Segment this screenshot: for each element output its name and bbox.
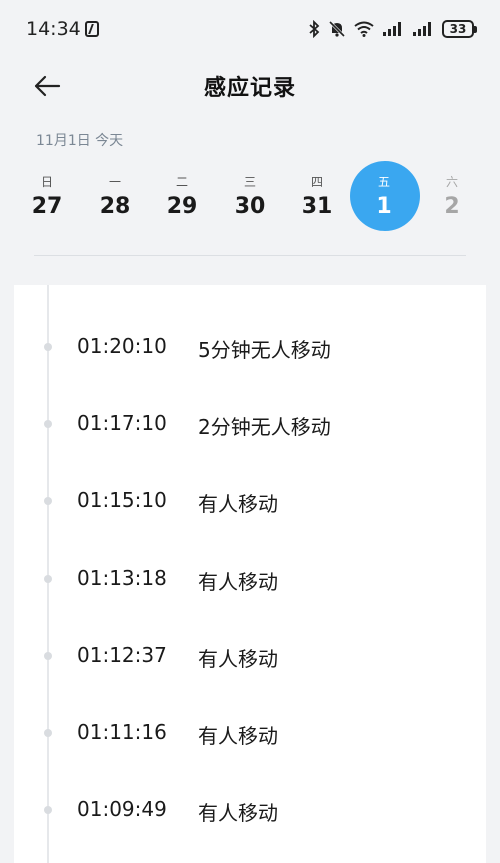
status-right: 33 xyxy=(308,20,477,38)
battery-icon: 33 xyxy=(442,20,477,38)
timeline-dot xyxy=(44,575,52,583)
day-30[interactable]: 三 30 xyxy=(217,163,283,233)
record-row[interactable]: 01:09:49 有人移动 xyxy=(14,789,486,829)
nfc-icon xyxy=(84,21,99,37)
back-arrow-icon xyxy=(34,75,61,97)
record-description: 2分钟无人移动 xyxy=(198,415,331,439)
wifi-icon xyxy=(354,21,374,37)
date-label: 11月1日 今天 xyxy=(36,133,124,149)
weekday-label: 三 xyxy=(243,175,256,189)
day-28[interactable]: 一 28 xyxy=(82,163,148,233)
day-1-selected[interactable]: 五 1 xyxy=(350,161,420,233)
record-time: 01:11:16 xyxy=(77,720,167,744)
weekday-label: 四 xyxy=(310,175,323,189)
status-left: 14:34 xyxy=(26,18,99,40)
timeline-dot xyxy=(44,343,52,351)
week-strip: 日 27 一 28 二 29 三 30 四 31 五 1 六 2 xyxy=(14,161,486,233)
record-time: 01:09:49 xyxy=(77,797,167,821)
day-number: 1 xyxy=(376,194,392,219)
divider xyxy=(34,255,466,256)
weekday-label: 二 xyxy=(175,175,188,189)
weekday-label: 六 xyxy=(445,175,458,189)
record-description: 有人移动 xyxy=(198,801,278,825)
day-2[interactable]: 六 2 xyxy=(419,163,485,233)
weekday-label: 一 xyxy=(108,175,121,189)
timeline-dot xyxy=(44,806,52,814)
day-31[interactable]: 四 31 xyxy=(284,163,350,233)
record-description: 有人移动 xyxy=(198,647,278,671)
day-number: 2 xyxy=(444,194,460,219)
record-description: 有人移动 xyxy=(198,492,278,516)
record-panel[interactable]: 01:20:10 5分钟无人移动 01:17:10 2分钟无人移动 01:15:… xyxy=(14,285,486,863)
record-description: 有人移动 xyxy=(198,570,278,594)
back-button[interactable] xyxy=(30,70,64,102)
record-time: 01:17:10 xyxy=(77,411,167,435)
status-time: 14:34 xyxy=(26,18,81,40)
timeline-dot xyxy=(44,420,52,428)
record-row[interactable]: 01:13:18 有人移动 xyxy=(14,558,486,598)
day-number: 31 xyxy=(301,194,333,219)
weekday-label: 日 xyxy=(40,175,53,189)
header: 感应记录 xyxy=(0,60,500,112)
signal-icon xyxy=(382,21,404,37)
battery-level: 33 xyxy=(449,22,467,36)
mute-icon xyxy=(328,20,346,38)
page-title: 感应记录 xyxy=(203,76,296,101)
day-number: 27 xyxy=(31,194,63,219)
record-row[interactable]: 01:20:10 5分钟无人移动 xyxy=(14,326,486,366)
record-time: 01:13:18 xyxy=(77,566,167,590)
day-number: 28 xyxy=(99,194,131,219)
bluetooth-icon xyxy=(308,20,320,38)
status-bar: 14:34 33 xyxy=(0,0,500,58)
record-row[interactable]: 01:17:10 2分钟无人移动 xyxy=(14,403,486,443)
record-description: 有人移动 xyxy=(198,724,278,748)
record-time: 01:12:37 xyxy=(77,643,167,667)
record-row[interactable]: 01:12:37 有人移动 xyxy=(14,635,486,675)
record-time: 01:15:10 xyxy=(77,488,167,512)
timeline-dot xyxy=(44,652,52,660)
day-number: 30 xyxy=(234,194,266,219)
day-27[interactable]: 日 27 xyxy=(14,163,80,233)
timeline-dot xyxy=(44,497,52,505)
record-time: 01:20:10 xyxy=(77,334,167,358)
weekday-label: 五 xyxy=(377,175,390,189)
record-description: 5分钟无人移动 xyxy=(198,338,331,362)
day-number: 29 xyxy=(166,194,198,219)
record-row[interactable]: 01:11:16 有人移动 xyxy=(14,712,486,752)
record-row[interactable]: 01:15:10 有人移动 xyxy=(14,480,486,520)
day-29[interactable]: 二 29 xyxy=(149,163,215,233)
timeline-dot xyxy=(44,729,52,737)
signal-icon xyxy=(412,21,434,37)
